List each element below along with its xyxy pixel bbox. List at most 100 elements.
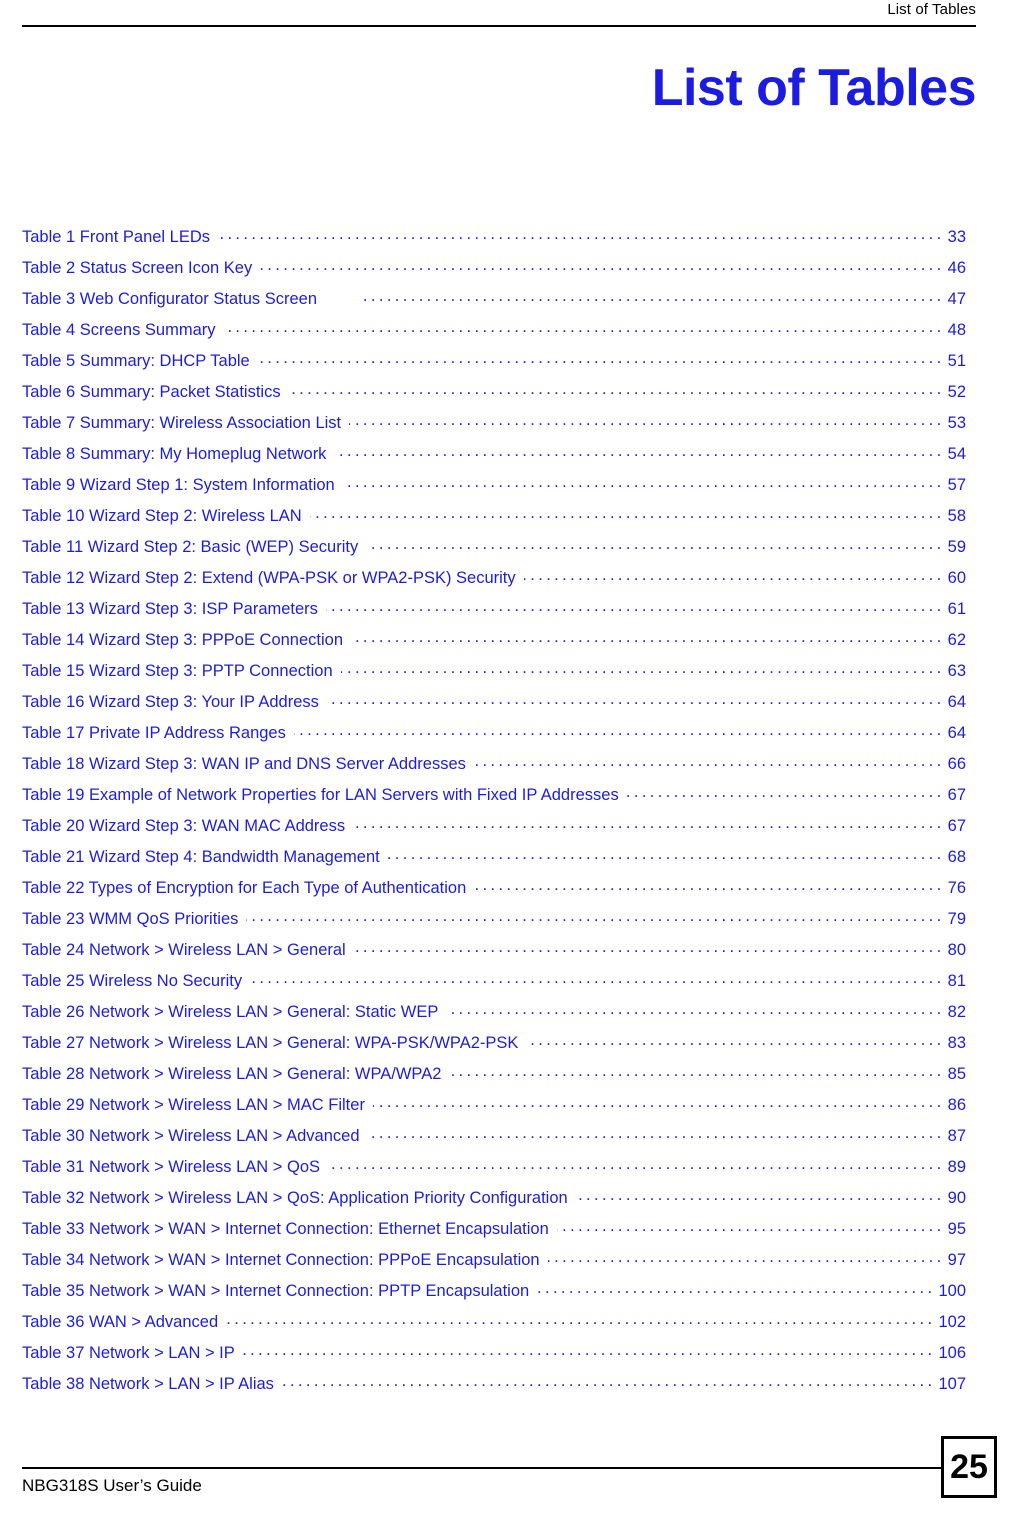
toc-entry[interactable]: Table 32 Network > Wireless LAN > QoS: A… <box>22 1183 966 1214</box>
toc-entry-label: Table 36 WAN > Advanced <box>22 1313 219 1331</box>
toc-entry[interactable]: Table 34 Network > WAN > Internet Connec… <box>22 1245 966 1276</box>
toc-dot-leader <box>351 629 941 646</box>
toc-entry-label: Table 30 Network > Wireless LAN > Advanc… <box>22 1127 360 1145</box>
toc-entry[interactable]: Table 1 Front Panel LEDs 33 <box>22 222 966 253</box>
toc-entry[interactable]: Table 37 Network > LAN > IP 106 <box>22 1338 966 1369</box>
toc-entry-label: Table 9 Wizard Step 1: System Informatio… <box>22 476 335 494</box>
toc-entry-label: Table 35 Network > WAN > Internet Connec… <box>22 1282 530 1300</box>
toc-dot-leader <box>341 660 941 677</box>
toc-entry-page-number: 81 <box>947 972 966 990</box>
toc-entry-page-number: 33 <box>947 228 966 246</box>
toc-dot-leader <box>294 722 941 739</box>
toc-entry[interactable]: Table 14 Wizard Step 3: PPPoE Connection… <box>22 625 966 656</box>
toc-dot-leader <box>388 846 941 863</box>
toc-entry[interactable]: Table 31 Network > Wireless LAN > QoS 89 <box>22 1152 966 1183</box>
toc-entry-page-number: 68 <box>947 848 966 866</box>
toc-dot-leader <box>218 226 941 243</box>
toc-entry[interactable]: Table 11 Wizard Step 2: Basic (WEP) Secu… <box>22 532 966 563</box>
toc-entry[interactable]: Table 5 Summary: DHCP Table 51 <box>22 346 966 377</box>
running-header-title: List of Tables <box>887 1 976 18</box>
toc-entry-label: Table 12 Wizard Step 2: Extend (WPA-PSK … <box>22 569 516 587</box>
toc-entry-page-number: 76 <box>947 879 966 897</box>
toc-dot-leader <box>343 474 941 491</box>
toc-entry-page-number: 87 <box>947 1127 966 1145</box>
toc-entry[interactable]: Table 25 Wireless No Security 81 <box>22 966 966 997</box>
toc-entry-label: Table 34 Network > WAN > Internet Connec… <box>22 1251 540 1269</box>
toc-dot-leader <box>366 536 940 553</box>
toc-dot-leader <box>353 815 941 832</box>
toc-entry[interactable]: Table 3 Web Configurator Status Screen 47 <box>22 284 966 315</box>
toc-entry[interactable]: Table 26 Network > Wireless LAN > Genera… <box>22 997 966 1028</box>
toc-dot-leader <box>576 1187 941 1204</box>
toc-entry[interactable]: Table 28 Network > Wireless LAN > Genera… <box>22 1059 966 1090</box>
toc-entry[interactable]: Table 18 Wizard Step 3: WAN IP and DNS S… <box>22 749 966 780</box>
toc-entry-label: Table 27 Network > Wireless LAN > Genera… <box>22 1034 519 1052</box>
footer-guide-name: NBG318S User’s Guide <box>22 1476 202 1495</box>
toc-entry[interactable]: Table 23 WMM QoS Priorities 79 <box>22 904 966 935</box>
toc-entry[interactable]: Table 38 Network > LAN > IP Alias 107 <box>22 1369 966 1400</box>
toc-entry-label: Table 13 Wizard Step 3: ISP Parameters <box>22 600 318 618</box>
toc-dot-leader <box>327 691 941 708</box>
toc-entry-page-number: 67 <box>947 817 966 835</box>
toc-entry[interactable]: Table 8 Summary: My Homeplug Network 54 <box>22 439 966 470</box>
toc-entry[interactable]: Table 24 Network > Wireless LAN > Genera… <box>22 935 966 966</box>
toc-dot-leader <box>334 443 940 460</box>
toc-entry-label: Table 23 WMM QoS Priorities <box>22 910 239 928</box>
toc-entry-label: Table 8 Summary: My Homeplug Network <box>22 445 327 463</box>
toc-entry-page-number: 90 <box>947 1189 966 1207</box>
toc-entry-label: Table 33 Network > WAN > Internet Connec… <box>22 1220 549 1238</box>
toc-dot-leader <box>524 567 941 584</box>
toc-entry[interactable]: Table 29 Network > Wireless LAN > MAC Fi… <box>22 1090 966 1121</box>
toc-entry[interactable]: Table 10 Wizard Step 2: Wireless LAN 58 <box>22 501 966 532</box>
toc-entry[interactable]: Table 15 Wizard Step 3: PPTP Connection 6… <box>22 656 966 687</box>
toc-dot-leader <box>449 1063 940 1080</box>
toc-entry-page-number: 52 <box>947 383 966 401</box>
toc-entry-page-number: 63 <box>947 662 966 680</box>
toc-dot-leader <box>243 1342 932 1359</box>
toc-entry-page-number: 106 <box>938 1344 966 1362</box>
toc-dot-leader <box>474 877 940 894</box>
toc-dot-leader <box>368 1125 941 1142</box>
toc-entry[interactable]: Table 36 WAN > Advanced 102 <box>22 1307 966 1338</box>
toc-entry[interactable]: Table 21 Wizard Step 4: Bandwidth Manage… <box>22 842 966 873</box>
toc-dot-leader <box>627 784 941 801</box>
toc-entry[interactable]: Table 35 Network > WAN > Internet Connec… <box>22 1276 966 1307</box>
toc-entry-page-number: 60 <box>947 569 966 587</box>
toc-entry[interactable]: Table 6 Summary: Packet Statistics 52 <box>22 377 966 408</box>
toc-dot-leader <box>226 1311 931 1328</box>
toc-dot-leader <box>526 1032 940 1049</box>
toc-entry[interactable]: Table 4 Screens Summary 48 <box>22 315 966 346</box>
toc-entry[interactable]: Table 13 Wizard Step 3: ISP Parameters 61 <box>22 594 966 625</box>
toc-entry-label: Table 10 Wizard Step 2: Wireless LAN <box>22 507 302 525</box>
toc-entry-page-number: 100 <box>938 1282 966 1300</box>
toc-dot-leader <box>250 970 941 987</box>
toc-entry-label: Table 4 Screens Summary <box>22 321 216 339</box>
toc-entry[interactable]: Table 16 Wizard Step 3: Your IP Address 6… <box>22 687 966 718</box>
toc-entry-label: Table 29 Network > Wireless LAN > MAC Fi… <box>22 1096 365 1114</box>
toc-entry[interactable]: Table 17 Private IP Address Ranges 64 <box>22 718 966 749</box>
toc-entry[interactable]: Table 12 Wizard Step 2: Extend (WPA-PSK … <box>22 563 966 594</box>
toc-entry-page-number: 67 <box>947 786 966 804</box>
toc-entry[interactable]: Table 20 Wizard Step 3: WAN MAC Address 6… <box>22 811 966 842</box>
toc-dot-leader <box>364 288 941 305</box>
toc-entry-label: Table 17 Private IP Address Ranges <box>22 724 286 742</box>
toc-entry-label: Table 7 Summary: Wireless Association Li… <box>22 414 342 432</box>
toc-entry[interactable]: Table 7 Summary: Wireless Association Li… <box>22 408 966 439</box>
toc-entry[interactable]: Table 33 Network > WAN > Internet Connec… <box>22 1214 966 1245</box>
toc-entry[interactable]: Table 22 Types of Encryption for Each Ty… <box>22 873 966 904</box>
toc-entry-label: Table 32 Network > Wireless LAN > QoS: A… <box>22 1189 568 1207</box>
toc-entry[interactable]: Table 2 Status Screen Icon Key 46 <box>22 253 966 284</box>
toc-entry-label: Table 18 Wizard Step 3: WAN IP and DNS S… <box>22 755 466 773</box>
toc-dot-leader <box>326 598 941 615</box>
toc-entry[interactable]: Table 30 Network > Wireless LAN > Advanc… <box>22 1121 966 1152</box>
toc-entry-page-number: 64 <box>947 724 966 742</box>
toc-dot-leader <box>548 1249 941 1266</box>
toc-entry-label: Table 5 Summary: DHCP Table <box>22 352 250 370</box>
toc-entry[interactable]: Table 19 Example of Network Properties f… <box>22 780 966 811</box>
toc-entry[interactable]: Table 27 Network > Wireless LAN > Genera… <box>22 1028 966 1059</box>
toc-entry-label: Table 24 Network > Wireless LAN > Genera… <box>22 941 346 959</box>
toc-dot-leader <box>282 1373 932 1390</box>
toc-entry-page-number: 58 <box>947 507 966 525</box>
toc-entry[interactable]: Table 9 Wizard Step 1: System Informatio… <box>22 470 966 501</box>
toc-entry-page-number: 46 <box>947 259 966 277</box>
